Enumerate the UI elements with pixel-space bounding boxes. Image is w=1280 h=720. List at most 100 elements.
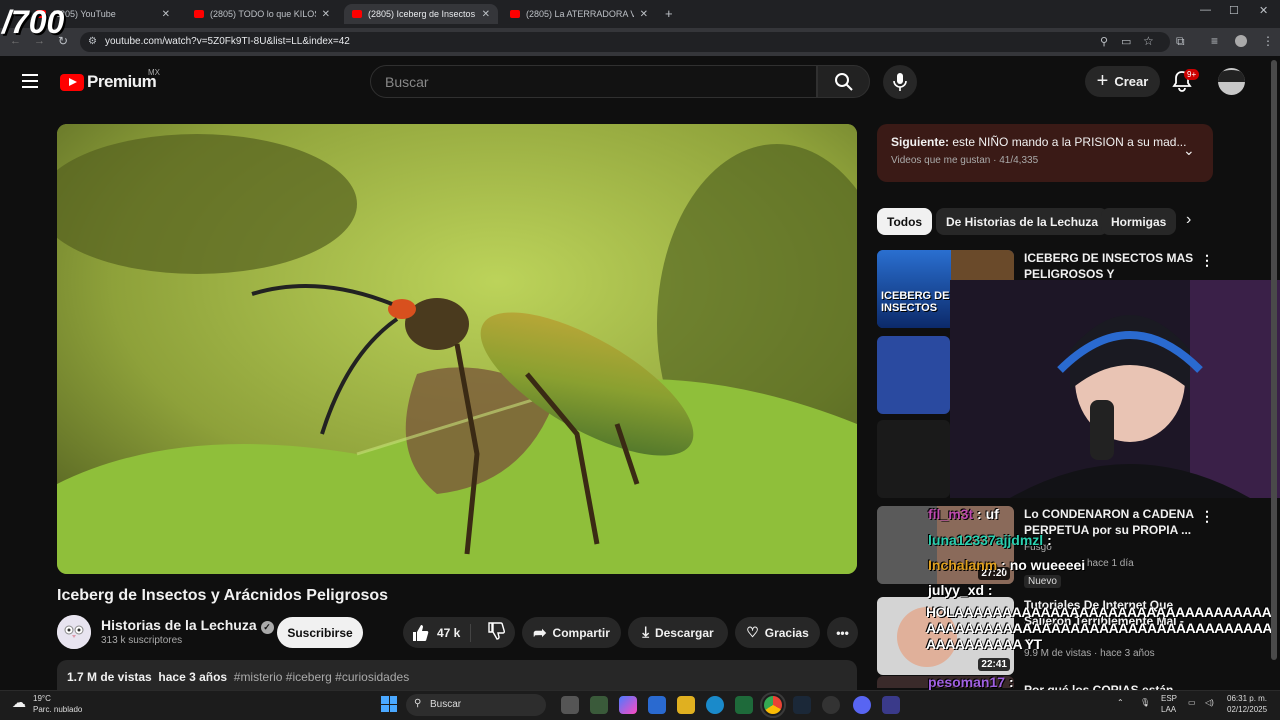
chat-line-2: luna12337ajjdmzl : [928, 532, 1052, 548]
streamer-webcam-overlay [950, 280, 1280, 498]
close-icon[interactable]: ✕ [322, 9, 330, 20]
tray-mic-icon[interactable]: 🎙 [1140, 698, 1150, 707]
volume-icon[interactable]: ◁) [1205, 698, 1214, 707]
page-scrollbar[interactable] [1270, 60, 1278, 690]
profile-icon[interactable] [1235, 35, 1247, 47]
playlist-next-panel[interactable]: Siguiente: este NIÑO mando a la PRISION … [877, 124, 1213, 182]
tray-chevron-icon[interactable]: ⌃ [1117, 698, 1124, 707]
chat-line-1: fil_m3t : uf [928, 506, 999, 522]
file-explorer-icon[interactable] [677, 696, 695, 714]
channel-name[interactable]: Historias de la Lechuza ✓ [101, 617, 274, 634]
xbox-icon[interactable] [735, 696, 753, 714]
browser-menu-icon[interactable]: ⋮ [1262, 34, 1274, 48]
rec-menu-icon[interactable]: ⋮ [1200, 508, 1214, 525]
close-icon[interactable]: ✕ [482, 9, 490, 20]
owl-logo-icon [57, 615, 91, 649]
chip-todos[interactable]: Todos [877, 208, 933, 235]
hashtags[interactable]: #misterio #iceberg #curiosidades [234, 670, 409, 684]
minimize-button[interactable]: — [1200, 4, 1211, 16]
stream-counter: /700 [2, 4, 65, 40]
voice-search-button[interactable] [883, 65, 917, 99]
verified-icon: ✓ [260, 621, 274, 634]
chevron-right-icon[interactable]: › [1186, 211, 1191, 229]
cast-icon[interactable]: ▭ [1121, 35, 1131, 48]
chip-historias[interactable]: De Historias de la Lechuza [936, 208, 1109, 235]
microphone-icon [893, 73, 907, 91]
thumbs-up-icon [413, 624, 429, 641]
heart-dollar-icon: ♡ [746, 624, 759, 640]
search-input[interactable]: Buscar [370, 65, 817, 98]
subscribe-button[interactable]: Suscribirse [277, 617, 363, 648]
youtube-favicon-icon [194, 10, 204, 18]
share-button[interactable]: ➦ Compartir [522, 617, 621, 648]
weather-desc: Parc. nublado [33, 705, 83, 714]
rec-menu-icon[interactable]: ⋮ [1200, 252, 1214, 269]
youtube-premium-logo[interactable]: Premium MX [60, 68, 160, 92]
rec-meta-2: hace 1 día [1087, 558, 1134, 569]
app-icon[interactable] [590, 696, 608, 714]
rec-title-4[interactable]: Por qué los COPIAS están ... [1024, 682, 1194, 690]
close-icon[interactable]: ✕ [162, 9, 170, 20]
chevron-down-icon[interactable]: ⌄ [1183, 142, 1195, 159]
like-dislike-group: 47 k [403, 617, 515, 648]
share-arrow-icon: ➦ [533, 624, 547, 642]
search-icon [835, 73, 853, 91]
steam-icon[interactable] [793, 696, 811, 714]
notification-badge: 9+ [1184, 69, 1200, 80]
close-icon[interactable]: ✕ [640, 9, 648, 20]
download-button[interactable]: ⤓ Descargar [628, 617, 728, 648]
tab-kilos[interactable]: (2805) TODO lo que KILOS MO✕ [186, 4, 338, 24]
next-video-title: este NIÑO mando a la PRISION a su mad... [952, 135, 1187, 149]
clock-time[interactable]: 06:31 p. m. [1227, 694, 1267, 703]
chip-hormigas[interactable]: Hormigas [1101, 208, 1177, 235]
network-icon[interactable]: ▭ [1188, 698, 1196, 707]
tab-aterradora[interactable]: (2805) La ATERRADORA VERDA✕ [502, 4, 656, 24]
clock-date: 02/12/2025 [1227, 705, 1268, 714]
chrome-icon[interactable] [760, 692, 786, 718]
hamburger-menu-icon[interactable] [22, 74, 38, 88]
youtube-play-icon [60, 73, 84, 91]
search-icon: ⚲ [414, 698, 422, 709]
search-button[interactable] [817, 65, 870, 98]
task-view-icon[interactable] [561, 696, 579, 714]
store-icon[interactable] [648, 696, 666, 714]
app-icon[interactable] [882, 696, 900, 714]
maximize-button[interactable]: ☐ [1229, 4, 1239, 17]
dislike-button[interactable] [477, 622, 506, 643]
user-avatar[interactable] [1218, 68, 1245, 95]
video-frame-beetle-image [57, 124, 857, 574]
windows-taskbar [0, 690, 1280, 720]
channel-avatar[interactable] [57, 615, 91, 649]
windows-start-icon[interactable] [381, 696, 397, 712]
taskbar-search[interactable]: ⚲ Buscar [406, 694, 546, 716]
chat-line-5: HOLAAAAAAAAAAAAAAAAAAAAAAAAAAAAAAAAAAAAA… [926, 604, 1272, 652]
discord-icon[interactable] [853, 696, 871, 714]
site-info-icon[interactable]: ⚙ [88, 36, 97, 47]
video-player[interactable] [57, 124, 857, 574]
bookmark-star-icon[interactable]: ☆ [1143, 34, 1154, 48]
upload-age: hace 3 años [158, 670, 228, 684]
zoom-icon[interactable]: ⚲ [1100, 35, 1108, 48]
chat-line-4: julyy_xd : [928, 582, 993, 598]
language-sub: LAA [1161, 705, 1177, 714]
chat-line-3: Inchalanm : no wueeeei [928, 557, 1086, 573]
download-icon: ⤓ [642, 624, 649, 641]
thanks-button[interactable]: ♡ Gracias [735, 617, 820, 648]
dark-thumb-art [877, 420, 950, 498]
like-button[interactable]: 47 k [411, 623, 472, 642]
url-bar[interactable]: ⚙ youtube.com/watch?v=5Z0Fk9TI-8U&list=L… [80, 32, 1170, 52]
extensions-icon[interactable]: ⧉ [1176, 34, 1185, 49]
obs-icon[interactable] [822, 696, 840, 714]
close-window-button[interactable]: ✕ [1259, 4, 1268, 17]
duration-badge: 22:41 [978, 658, 1010, 671]
more-actions-button[interactable]: ••• [827, 617, 858, 648]
weather-cloud-icon[interactable]: ☁ [12, 694, 26, 711]
media-icon[interactable]: ≡ [1211, 34, 1218, 48]
create-button[interactable]: + Crear [1085, 66, 1160, 97]
edge-icon[interactable] [706, 696, 724, 714]
language-indicator[interactable]: ESP [1161, 694, 1177, 703]
tab-iceberg[interactable]: (2805) Iceberg de Insectos y Arác✕ [344, 4, 498, 24]
new-tab-button[interactable]: + [665, 6, 673, 21]
copilot-icon[interactable] [619, 696, 637, 714]
streamer-silhouette-image [950, 280, 1280, 498]
